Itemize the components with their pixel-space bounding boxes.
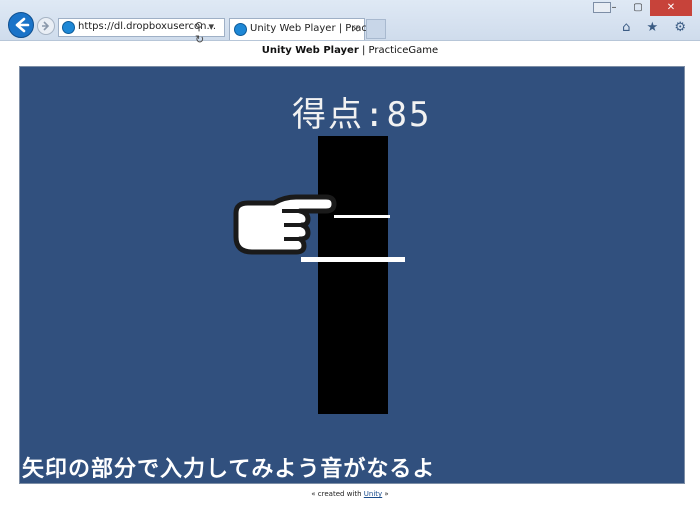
minimize-button[interactable]: – bbox=[602, 0, 626, 16]
unity-link[interactable]: Unity bbox=[364, 490, 382, 498]
address-bar[interactable]: https://dl.dropboxusercon... ⚲ ▾ ↻ bbox=[58, 18, 225, 46]
instruction-text: 矢印の部分で入力してみよう音がなるよ bbox=[22, 457, 436, 482]
ie-favicon-icon bbox=[62, 21, 75, 34]
footer-prefix: « created with bbox=[311, 490, 364, 498]
close-button[interactable]: ✕ bbox=[650, 0, 692, 16]
page-title-rest: | PracticeGame bbox=[358, 45, 439, 56]
tab-favicon-icon bbox=[234, 23, 247, 36]
pointing-hand-icon bbox=[230, 191, 350, 261]
note-lane bbox=[318, 136, 388, 414]
window-controls: – ▢ ✕ bbox=[602, 0, 692, 16]
home-favorites-settings-icons[interactable]: ⌂ ★ ⚙ bbox=[622, 20, 692, 35]
forward-arrow-icon[interactable] bbox=[37, 17, 55, 35]
browser-chrome: https://dl.dropboxusercon... ⚲ ▾ ↻ Unity… bbox=[0, 0, 700, 46]
tab-close-icon[interactable]: × bbox=[351, 22, 360, 35]
search-refresh-icons[interactable]: ⚲ ▾ ↻ bbox=[195, 20, 224, 46]
back-arrow-icon[interactable] bbox=[8, 12, 34, 38]
maximize-button[interactable]: ▢ bbox=[626, 0, 650, 16]
tab-title: Unity Web Player | Pract... bbox=[250, 23, 381, 34]
tab-unity-web-player[interactable]: Unity Web Player | Pract... × bbox=[229, 18, 380, 40]
unity-player[interactable]: 得点:85 矢印の部分で入力してみよう音がなるよ bbox=[19, 66, 685, 484]
footer: « created with Unity » bbox=[0, 490, 700, 498]
score-display: 得点:85 bbox=[292, 95, 432, 135]
page-title: Unity Web Player | PracticeGame bbox=[0, 45, 700, 56]
footer-suffix: » bbox=[382, 490, 389, 498]
new-tab-button[interactable] bbox=[366, 19, 386, 39]
page-title-bold: Unity Web Player bbox=[261, 45, 359, 56]
